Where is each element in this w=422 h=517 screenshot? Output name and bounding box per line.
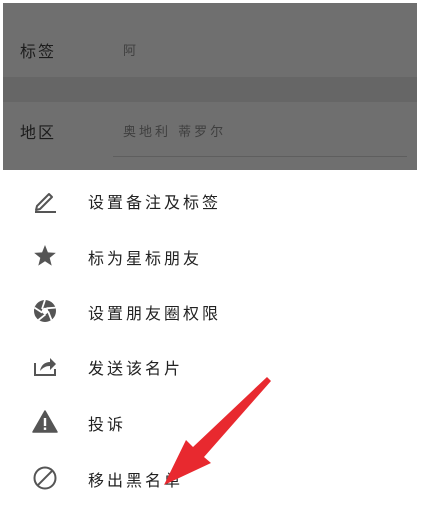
menu-item-star-friend[interactable]: 标为星标朋友 — [3, 228, 417, 284]
pencil-icon — [31, 186, 59, 214]
region-row-value: 奥地利 蒂罗尔 — [123, 125, 227, 140]
profile-background: 标签 阿 地区 奥地利 蒂罗尔 — [3, 3, 417, 170]
section-gap — [3, 77, 417, 102]
menu-item-label: 标为星标朋友 — [88, 249, 203, 268]
menu-item-report[interactable]: 投诉 — [3, 394, 417, 450]
region-row: 地区 奥地利 蒂罗尔 — [3, 102, 417, 158]
star-icon — [31, 242, 59, 270]
menu-item-send-card[interactable]: 发送该名片 — [3, 338, 417, 394]
prohibited-icon — [31, 464, 59, 492]
menu-item-set-remark[interactable]: 设置备注及标签 — [3, 172, 417, 228]
tag-row[interactable]: 标签 阿 — [3, 21, 417, 77]
region-row-label: 地区 — [20, 123, 57, 142]
contact-profile-screen: 标签 阿 地区 奥地利 蒂罗尔 设置备注及标签 标为星标朋友 设置朋友圈权限 发… — [0, 0, 422, 517]
menu-item-label: 发送该名片 — [88, 359, 184, 378]
menu-item-remove-blacklist[interactable]: 移出黑名单 — [3, 450, 417, 506]
aperture-icon — [31, 297, 59, 325]
share-icon — [31, 352, 59, 380]
tag-row-label: 标签 — [20, 42, 57, 61]
menu-item-label: 设置朋友圈权限 — [88, 304, 222, 323]
action-sheet: 设置备注及标签 标为星标朋友 设置朋友圈权限 发送该名片 投诉 移出黑名单 — [3, 170, 417, 517]
row-divider — [113, 156, 407, 157]
warning-icon — [31, 408, 59, 436]
menu-item-label: 移出黑名单 — [88, 471, 184, 490]
tag-row-value: 阿 — [123, 44, 140, 59]
menu-item-label: 投诉 — [88, 415, 127, 434]
menu-item-moments-permission[interactable]: 设置朋友圈权限 — [3, 283, 417, 339]
menu-item-label: 设置备注及标签 — [88, 193, 222, 212]
